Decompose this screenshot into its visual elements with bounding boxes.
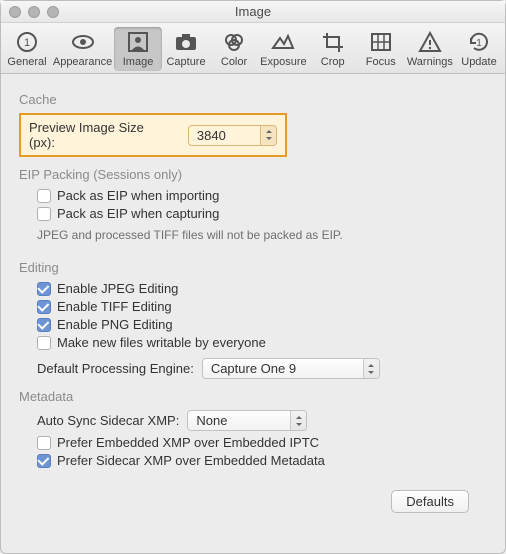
content: Cache Preview Image Size (px): 3840 EIP … — [1, 74, 505, 523]
titlebar: Image — [1, 1, 505, 23]
sync-label: Auto Sync Sidecar XMP: — [37, 413, 179, 428]
checkbox-label: Prefer Embedded XMP over Embedded IPTC — [57, 435, 319, 450]
checkbox-label: Pack as EIP when importing — [57, 188, 219, 203]
checkbox-prefer-embedded[interactable] — [37, 436, 51, 450]
engine-select[interactable]: Capture One 9 — [202, 358, 380, 379]
section-metadata-header: Metadata — [19, 389, 487, 404]
tab-focus[interactable]: Focus — [357, 27, 405, 71]
checkbox-enable-png[interactable] — [37, 318, 51, 332]
tab-update[interactable]: 1 Update — [455, 27, 503, 71]
select-value: None — [196, 413, 290, 428]
sync-select[interactable]: None — [187, 410, 307, 431]
tab-label: Image — [123, 56, 154, 68]
checkbox-label: Make new files writable by everyone — [57, 335, 266, 350]
tab-label: Update — [461, 56, 496, 68]
window-title: Image — [1, 4, 505, 19]
row-pack-capture: Pack as EIP when capturing — [37, 206, 487, 221]
row-enable-tiff: Enable TIFF Editing — [37, 299, 487, 314]
row-enable-png: Enable PNG Editing — [37, 317, 487, 332]
tab-label: Focus — [366, 56, 396, 68]
tab-label: General — [7, 56, 46, 68]
row-engine: Default Processing Engine: Capture One 9 — [37, 358, 487, 379]
row-prefer-embedded: Prefer Embedded XMP over Embedded IPTC — [37, 435, 487, 450]
checkbox-label: Pack as EIP when capturing — [57, 206, 219, 221]
refresh-number-icon: 1 — [465, 29, 493, 55]
toolbar: 1 General Appearance Image Capture Color… — [1, 23, 505, 74]
preview-size-select[interactable]: 3840 — [188, 125, 277, 146]
checkbox-enable-tiff[interactable] — [37, 300, 51, 314]
checkbox-prefer-sidecar[interactable] — [37, 454, 51, 468]
svg-text:1: 1 — [476, 38, 482, 49]
camera-icon — [172, 29, 200, 55]
tab-capture[interactable]: Capture — [162, 27, 210, 71]
checkbox-enable-jpeg[interactable] — [37, 282, 51, 296]
tab-crop[interactable]: Crop — [309, 27, 357, 71]
preview-size-label: Preview Image Size (px): — [29, 120, 172, 150]
crop-icon — [319, 29, 347, 55]
tab-image[interactable]: Image — [114, 27, 162, 71]
tab-label: Exposure — [260, 56, 306, 68]
section-cache-header: Cache — [19, 92, 487, 107]
stepper-arrows-icon — [290, 411, 306, 430]
svg-text:1: 1 — [24, 37, 30, 49]
tab-label: Color — [221, 56, 247, 68]
footer: Defaults — [19, 488, 487, 513]
grid-icon — [367, 29, 395, 55]
tab-appearance[interactable]: Appearance — [51, 27, 114, 71]
stepper-arrows-icon — [260, 126, 276, 145]
preview-size-highlight: Preview Image Size (px): 3840 — [19, 113, 287, 157]
stepper-arrows-icon — [363, 359, 379, 378]
tab-general[interactable]: 1 General — [3, 27, 51, 71]
defaults-button[interactable]: Defaults — [391, 490, 469, 513]
tab-color[interactable]: Color — [210, 27, 258, 71]
tab-warnings[interactable]: Warnings — [405, 27, 455, 71]
eye-icon — [69, 29, 97, 55]
row-pack-import: Pack as EIP when importing — [37, 188, 487, 203]
engine-label: Default Processing Engine: — [37, 361, 194, 376]
checkbox-label: Enable TIFF Editing — [57, 299, 172, 314]
checkbox-label: Prefer Sidecar XMP over Embedded Metadat… — [57, 453, 325, 468]
checkbox-label: Enable PNG Editing — [57, 317, 173, 332]
tab-label: Crop — [321, 56, 345, 68]
row-enable-jpeg: Enable JPEG Editing — [37, 281, 487, 296]
rings-icon — [220, 29, 248, 55]
tab-label: Warnings — [407, 56, 453, 68]
select-value: 3840 — [197, 128, 260, 143]
eip-note: JPEG and processed TIFF files will not b… — [37, 228, 487, 242]
checkbox-pack-import[interactable] — [37, 189, 51, 203]
image-person-icon — [124, 29, 152, 55]
select-value: Capture One 9 — [211, 361, 363, 376]
gear-number-icon: 1 — [13, 29, 41, 55]
row-writable: Make new files writable by everyone — [37, 335, 487, 350]
tab-label: Appearance — [53, 56, 112, 68]
warning-icon — [416, 29, 444, 55]
exposure-icon — [269, 29, 297, 55]
section-editing-header: Editing — [19, 260, 487, 275]
checkbox-writable[interactable] — [37, 336, 51, 350]
checkbox-pack-capture[interactable] — [37, 207, 51, 221]
tab-label: Capture — [166, 56, 205, 68]
section-eip-header: EIP Packing (Sessions only) — [19, 167, 487, 182]
tab-exposure[interactable]: Exposure — [258, 27, 309, 71]
row-prefer-sidecar: Prefer Sidecar XMP over Embedded Metadat… — [37, 453, 487, 468]
row-sync: Auto Sync Sidecar XMP: None — [37, 410, 487, 431]
checkbox-label: Enable JPEG Editing — [57, 281, 178, 296]
